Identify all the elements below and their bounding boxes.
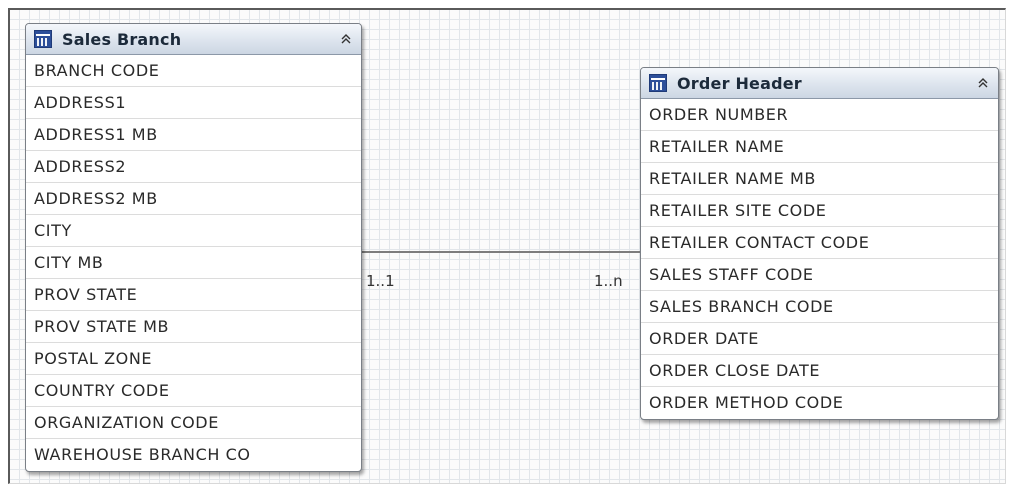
field-row[interactable]: ORGANIZATION CODE bbox=[26, 407, 361, 439]
field-row[interactable]: CITY MB bbox=[26, 247, 361, 279]
field-row[interactable]: RETAILER SITE CODE bbox=[641, 195, 998, 227]
field-row[interactable]: CITY bbox=[26, 215, 361, 247]
field-row[interactable]: ADDRESS1 MB bbox=[26, 119, 361, 151]
table-icon bbox=[34, 30, 52, 48]
table-icon bbox=[649, 74, 667, 92]
field-row[interactable]: WAREHOUSE BRANCH CO bbox=[26, 439, 361, 471]
collapse-chevrons-icon[interactable] bbox=[337, 30, 355, 48]
entity-header-order-header[interactable]: Order Header bbox=[641, 68, 998, 99]
field-row[interactable]: RETAILER NAME bbox=[641, 131, 998, 163]
field-row[interactable]: BRANCH CODE bbox=[26, 55, 361, 87]
field-row[interactable]: ADDRESS1 bbox=[26, 87, 361, 119]
field-list: BRANCH CODE ADDRESS1 ADDRESS1 MB ADDRESS… bbox=[26, 55, 361, 471]
right-cardinality-label: 1..n bbox=[594, 272, 623, 290]
diagram-canvas: 1..1 1..n Sales Branch BRANCH CODE ADDRE… bbox=[8, 8, 1006, 484]
field-row[interactable]: POSTAL ZONE bbox=[26, 343, 361, 375]
entity-header-sales-branch[interactable]: Sales Branch bbox=[26, 24, 361, 55]
field-row[interactable]: ORDER DATE bbox=[641, 323, 998, 355]
field-row[interactable]: ADDRESS2 MB bbox=[26, 183, 361, 215]
entity-order-header[interactable]: Order Header ORDER NUMBER RETAILER NAME … bbox=[640, 67, 999, 420]
field-row[interactable]: PROV STATE bbox=[26, 279, 361, 311]
field-row[interactable]: SALES BRANCH CODE bbox=[641, 291, 998, 323]
field-row[interactable]: ORDER NUMBER bbox=[641, 99, 998, 131]
field-row[interactable]: PROV STATE MB bbox=[26, 311, 361, 343]
field-row[interactable]: SALES STAFF CODE bbox=[641, 259, 998, 291]
field-row[interactable]: COUNTRY CODE bbox=[26, 375, 361, 407]
field-row[interactable]: ORDER METHOD CODE bbox=[641, 387, 998, 419]
field-row[interactable]: ORDER CLOSE DATE bbox=[641, 355, 998, 387]
left-cardinality-label: 1..1 bbox=[366, 272, 395, 290]
field-list: ORDER NUMBER RETAILER NAME RETAILER NAME… bbox=[641, 99, 998, 419]
entity-title: Sales Branch bbox=[62, 29, 182, 49]
field-row[interactable]: RETAILER CONTACT CODE bbox=[641, 227, 998, 259]
collapse-chevrons-icon[interactable] bbox=[974, 74, 992, 92]
entity-sales-branch[interactable]: Sales Branch BRANCH CODE ADDRESS1 ADDRES… bbox=[25, 23, 362, 472]
field-row[interactable]: ADDRESS2 bbox=[26, 151, 361, 183]
field-row[interactable]: RETAILER NAME MB bbox=[641, 163, 998, 195]
relationship-line[interactable] bbox=[360, 251, 643, 253]
entity-title: Order Header bbox=[677, 73, 802, 93]
